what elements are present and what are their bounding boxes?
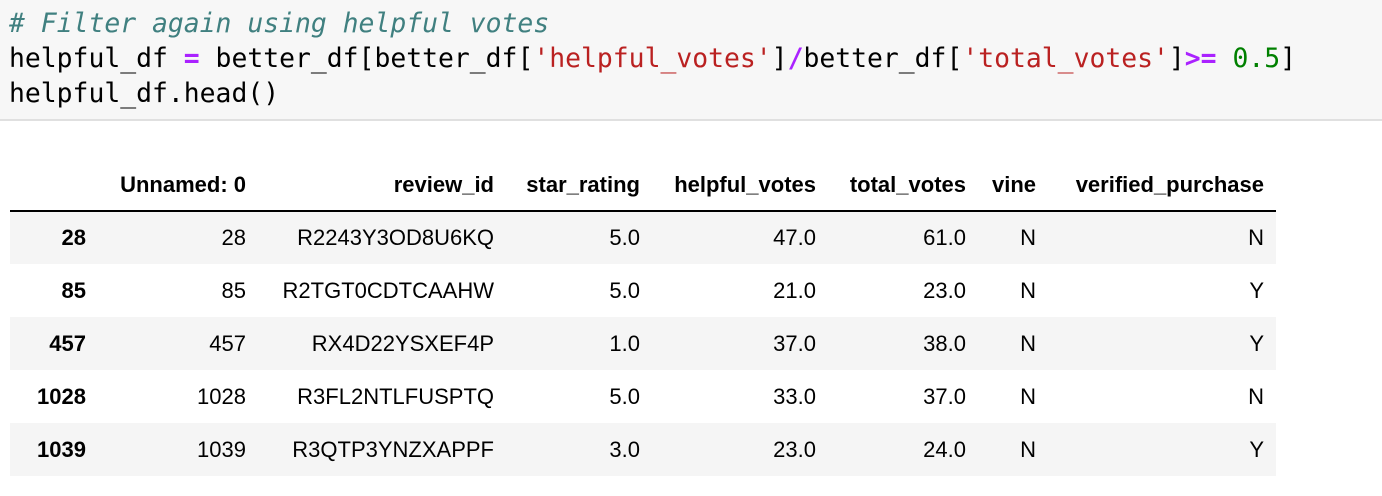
table-cell: 85 xyxy=(221,277,246,303)
table-cell: R2TGT0CDTCAAHW xyxy=(282,277,494,303)
code-number: 0.5 xyxy=(1232,43,1281,74)
table-cell: 5.0 xyxy=(609,225,640,250)
code-token: better_df[ xyxy=(803,43,963,74)
table-cell: 47.0 xyxy=(773,225,816,250)
table-row: 28 28 R2243Y3OD8U6KQ 5.0 47.0 61.0 N N xyxy=(10,211,1276,264)
code-token: ] xyxy=(1280,43,1297,74)
code-operator: = xyxy=(183,43,200,74)
code-token: better_df[better_df[ xyxy=(199,43,534,74)
code-line-1: # Filter again using helpful votes xyxy=(9,8,549,39)
code-line-3: helpful_df.head() xyxy=(9,78,279,109)
table-cell: 5.0 xyxy=(609,277,640,303)
table-cell: R3FL2NTLFUSPTQ xyxy=(297,383,494,409)
table-cell: N xyxy=(1020,436,1036,462)
table-cell: 38.0 xyxy=(923,330,966,356)
table-cell: Y xyxy=(1249,436,1264,462)
column-header: Unnamed: 0 xyxy=(98,160,258,212)
code-editor[interactable]: # Filter again using helpful votes helpf… xyxy=(9,6,1296,111)
table-cell: 1028 xyxy=(197,383,246,409)
table-cell: N xyxy=(1020,330,1036,356)
table-cell: 33.0 xyxy=(773,383,816,409)
table-cell: 24.0 xyxy=(923,436,966,462)
table-cell: R3QTP3YNZXAPPF xyxy=(292,436,494,462)
table-cell: N xyxy=(1248,225,1264,250)
code-token: ] xyxy=(1168,43,1185,74)
table-cell: R2243Y3OD8U6KQ xyxy=(297,225,494,250)
code-string: 'helpful_votes' xyxy=(533,43,772,74)
table-cell: 28 xyxy=(221,225,246,250)
code-token: ] xyxy=(771,43,788,74)
code-token: helpful_df.head() xyxy=(9,78,280,109)
row-index: 85 xyxy=(61,277,86,303)
table-cell: N xyxy=(1248,383,1264,409)
column-header: star_rating xyxy=(506,160,652,212)
table-cell: N xyxy=(1020,383,1036,409)
table-cell: 37.0 xyxy=(773,330,816,356)
table-cell: 61.0 xyxy=(923,225,966,250)
code-token: helpful_df xyxy=(9,43,184,74)
code-comment: # Filter again using helpful votes xyxy=(9,8,550,39)
column-header: verified_purchase xyxy=(1048,160,1276,212)
dataframe-table: Unnamed: 0 review_id star_rating helpful… xyxy=(10,160,1276,476)
table-cell: Y xyxy=(1249,330,1264,356)
table-cell: 1039 xyxy=(197,436,246,462)
code-operator: / xyxy=(787,43,804,74)
column-header: helpful_votes xyxy=(652,160,828,212)
row-index: 1028 xyxy=(37,383,86,409)
table-cell: RX4D22YSXEF4P xyxy=(311,330,494,356)
column-header: vine xyxy=(978,160,1048,212)
table-cell: N xyxy=(1020,277,1036,303)
table-cell: 5.0 xyxy=(609,383,640,409)
table-row: 1028 1028 R3FL2NTLFUSPTQ 5.0 33.0 37.0 N… xyxy=(10,370,1276,423)
table-body: 28 28 R2243Y3OD8U6KQ 5.0 47.0 61.0 N N 8… xyxy=(10,211,1276,476)
column-header-index xyxy=(10,160,98,212)
table-row: 1039 1039 R3QTP3YNZXAPPF 3.0 23.0 24.0 N… xyxy=(10,423,1276,476)
table-header: Unnamed: 0 review_id star_rating helpful… xyxy=(10,160,1276,212)
row-index: 457 xyxy=(49,330,86,356)
column-header: total_votes xyxy=(828,160,978,212)
table-cell: 23.0 xyxy=(773,436,816,462)
table-cell: 3.0 xyxy=(609,436,640,462)
row-index: 28 xyxy=(61,225,86,250)
table-cell: N xyxy=(1020,225,1036,250)
table-cell: 23.0 xyxy=(923,277,966,303)
table-cell: 21.0 xyxy=(773,277,816,303)
code-cell[interactable]: # Filter again using helpful votes helpf… xyxy=(0,0,1382,121)
cell-output: Unnamed: 0 review_id star_rating helpful… xyxy=(10,160,1276,476)
table-row: 85 85 R2TGT0CDTCAAHW 5.0 21.0 23.0 N Y xyxy=(10,264,1276,317)
table-row: 457 457 RX4D22YSXEF4P 1.0 37.0 38.0 N Y xyxy=(10,317,1276,370)
table-cell: 457 xyxy=(209,330,246,356)
code-line-2: helpful_df = better_df[better_df['helpfu… xyxy=(9,43,1296,74)
column-header: review_id xyxy=(258,160,506,212)
header-row: Unnamed: 0 review_id star_rating helpful… xyxy=(10,160,1276,212)
table-cell: 1.0 xyxy=(609,330,640,356)
table-cell: 37.0 xyxy=(923,383,966,409)
table-cell: Y xyxy=(1249,277,1264,303)
code-operator: >= xyxy=(1184,43,1217,74)
row-index: 1039 xyxy=(37,436,86,462)
code-string: 'total_votes' xyxy=(962,43,1169,74)
